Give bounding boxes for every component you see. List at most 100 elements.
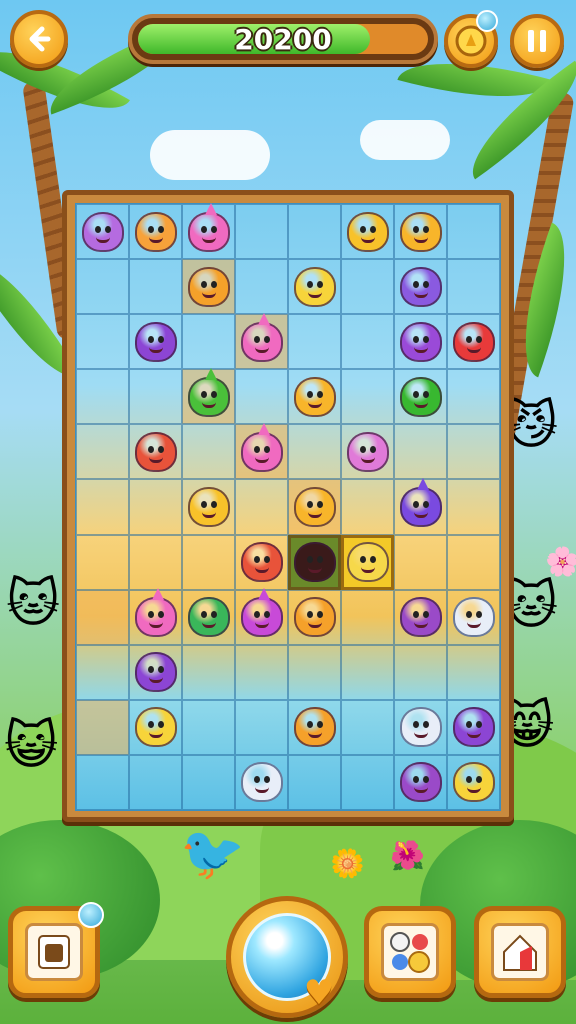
board-cell[interactable] [235, 479, 288, 535]
board-cell[interactable] [394, 644, 447, 700]
board-cell[interactable] [182, 202, 235, 260]
violet-blob-piece[interactable] [81, 211, 124, 252]
white-cat-piece[interactable] [240, 762, 283, 803]
board-cell[interactable] [182, 644, 235, 700]
board-cell[interactable] [288, 479, 341, 535]
red-fox-piece[interactable] [134, 431, 177, 472]
purple-whale-piece[interactable] [399, 266, 442, 307]
board-cell[interactable] [288, 204, 341, 260]
board-cell[interactable] [394, 259, 447, 315]
red-cat-piece[interactable] [452, 321, 495, 362]
board-cell[interactable] [341, 754, 394, 811]
board-cell[interactable] [182, 534, 235, 590]
board-cell[interactable] [341, 259, 394, 315]
board-cell[interactable] [341, 424, 394, 480]
green-spike-piece[interactable] [187, 367, 230, 417]
board-cell[interactable] [129, 644, 182, 700]
board-cell[interactable] [129, 424, 182, 480]
board-cell[interactable] [341, 589, 394, 645]
yellow-chick-piece[interactable] [452, 762, 495, 803]
board-cell[interactable] [129, 479, 182, 535]
board-cell[interactable] [76, 644, 129, 700]
white-cat-piece[interactable] [452, 597, 495, 638]
board-cell[interactable] [288, 699, 341, 755]
board-cell[interactable] [235, 204, 288, 260]
board-cell[interactable] [447, 699, 500, 755]
board-cell[interactable] [288, 589, 341, 645]
pink-spike-piece[interactable] [240, 422, 283, 472]
pause-button[interactable] [510, 14, 564, 68]
board-cell[interactable] [394, 369, 447, 425]
board-cell[interactable] [447, 424, 500, 480]
pink-cat-piece[interactable] [346, 431, 389, 472]
orange-cat-piece[interactable] [293, 707, 336, 748]
board-cell[interactable] [76, 314, 129, 370]
board-cell[interactable] [341, 479, 394, 535]
board-cell[interactable] [76, 369, 129, 425]
board-cell[interactable] [288, 754, 341, 811]
board-cell[interactable] [182, 424, 235, 480]
board-cell[interactable] [288, 369, 341, 425]
board-cell[interactable] [129, 699, 182, 755]
board-cell[interactable] [182, 367, 235, 425]
board-cell[interactable] [235, 699, 288, 755]
board-cell[interactable] [341, 534, 394, 590]
board-cell[interactable] [235, 644, 288, 700]
board-cell[interactable] [447, 754, 500, 811]
board-cell[interactable] [182, 259, 235, 315]
orange-cat-piece[interactable] [187, 266, 230, 307]
board-cell[interactable] [341, 204, 394, 260]
pink-spike-piece[interactable] [134, 588, 177, 638]
board-cell[interactable] [182, 754, 235, 811]
board-cell[interactable] [288, 259, 341, 315]
board-cell[interactable] [394, 534, 447, 590]
board-cell[interactable] [235, 369, 288, 425]
board-cell[interactable] [182, 589, 235, 645]
character-pack-button[interactable] [364, 906, 456, 998]
board-cell[interactable] [235, 312, 288, 370]
board-cell[interactable] [235, 422, 288, 480]
board-cell[interactable] [182, 699, 235, 755]
green-cat-piece[interactable] [187, 597, 230, 638]
board-cell[interactable] [235, 588, 288, 645]
magenta-spike-piece[interactable] [240, 588, 283, 638]
board-cell[interactable] [129, 259, 182, 315]
purple-blob-piece[interactable] [399, 597, 442, 638]
board-cell[interactable] [76, 204, 129, 260]
board-cell[interactable] [447, 259, 500, 315]
board-cell[interactable] [235, 754, 288, 811]
board-cell[interactable] [447, 479, 500, 535]
purple-blob-piece[interactable] [399, 762, 442, 803]
board-cell[interactable] [76, 479, 129, 535]
board-cell[interactable] [129, 534, 182, 590]
board-cell[interactable] [235, 259, 288, 315]
board-cell[interactable] [76, 259, 129, 315]
board-cell[interactable] [182, 479, 235, 535]
board-cell[interactable] [288, 644, 341, 700]
black-cat-piece[interactable] [293, 542, 336, 583]
board-cell[interactable] [447, 534, 500, 590]
board-cell[interactable] [447, 644, 500, 700]
board-cell[interactable] [76, 424, 129, 480]
orange-cat-piece[interactable] [293, 597, 336, 638]
purple-cat-piece[interactable] [134, 652, 177, 693]
board-cell[interactable] [288, 314, 341, 370]
purple-cat-piece[interactable] [134, 321, 177, 362]
purple-spike-piece[interactable] [399, 478, 442, 528]
pink-spike-piece[interactable] [240, 312, 283, 362]
board-cell[interactable] [288, 534, 341, 590]
board-cell[interactable] [447, 589, 500, 645]
red-fox-piece[interactable] [240, 542, 283, 583]
orange-sun-piece[interactable] [293, 376, 336, 417]
orange-sun-piece[interactable] [399, 211, 442, 252]
board-cell[interactable] [341, 369, 394, 425]
board-cell[interactable] [447, 204, 500, 260]
board-cell[interactable] [182, 314, 235, 370]
purple-lips-piece[interactable] [399, 321, 442, 362]
yellow-smile-piece[interactable] [346, 542, 389, 583]
board-cell[interactable] [76, 534, 129, 590]
green-bird-piece[interactable] [399, 376, 442, 417]
board-cell[interactable] [394, 699, 447, 755]
board-cell[interactable] [341, 644, 394, 700]
back-button[interactable] [10, 10, 68, 68]
